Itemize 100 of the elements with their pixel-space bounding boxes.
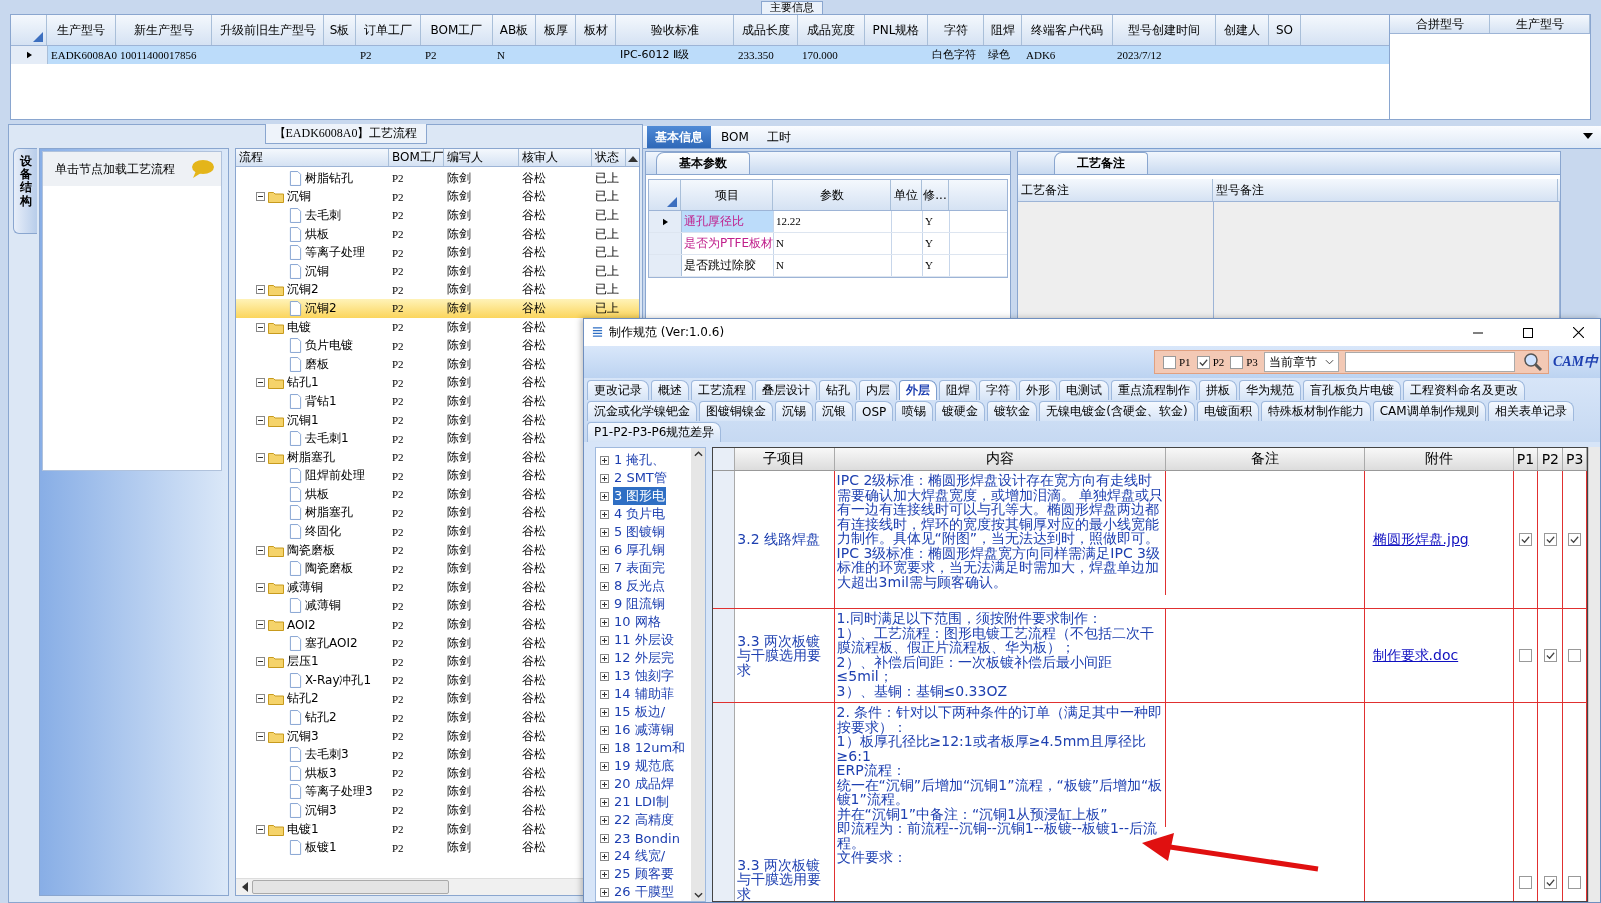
checkbox[interactable] <box>1543 876 1557 889</box>
column-header[interactable]: 成品长度 <box>734 15 798 45</box>
tab[interactable]: 华为规范 <box>1239 380 1301 400</box>
checkbox[interactable] <box>1518 649 1532 662</box>
expand-icon[interactable] <box>600 869 609 879</box>
chapter-item[interactable]: 1 掩孔、 <box>613 451 667 469</box>
tab[interactable]: 沉锡 <box>775 401 813 421</box>
column-header[interactable]: 型号创建时间 <box>1113 15 1216 45</box>
chapter-item[interactable]: 21 LDI制 <box>613 793 670 811</box>
scrollbar[interactable] <box>1588 447 1600 902</box>
column-header[interactable]: P3 <box>1563 448 1588 470</box>
tree-label[interactable]: 钻孔2 <box>305 709 337 726</box>
dropdown-icon[interactable] <box>1583 133 1593 139</box>
column-header[interactable]: 合拼型号 <box>1390 15 1490 33</box>
tab[interactable]: 盲孔板负片电镀 <box>1303 380 1401 400</box>
tree-label[interactable]: 背钻1 <box>305 392 337 410</box>
expand-icon[interactable] <box>600 653 609 663</box>
column-header[interactable]: 工艺备注 <box>1018 179 1213 201</box>
column-header[interactable]: 生产型号 <box>1490 15 1590 33</box>
tab[interactable]: 字符 <box>979 380 1017 400</box>
column-header[interactable]: 核审人 <box>519 149 592 166</box>
tab[interactable]: 内层 <box>859 380 897 400</box>
collapse-icon[interactable] <box>256 285 265 295</box>
tab[interactable]: 电镀面积 <box>1196 401 1259 421</box>
column-header[interactable]: SO <box>1269 15 1301 45</box>
column-header[interactable]: PNL规格 <box>865 15 928 45</box>
scrollbar[interactable] <box>691 448 706 901</box>
tree-label[interactable]: 等离子处理3 <box>305 783 373 801</box>
chapter-item[interactable]: 8 反光点 <box>613 577 667 595</box>
tree-label[interactable]: 减薄铜 <box>287 578 323 596</box>
checkbox[interactable] <box>1543 649 1557 662</box>
tree-label[interactable]: 减薄铜 <box>305 597 341 615</box>
chapter-item[interactable]: 18 12um和 <box>613 739 687 757</box>
tree-label[interactable]: 电镀1 <box>287 820 319 838</box>
chapter-item[interactable]: 11 外层设 <box>613 631 675 649</box>
search-field[interactable] <box>1344 352 1515 372</box>
collapse-icon[interactable] <box>256 731 265 741</box>
chapter-item[interactable]: 25 顾客要 <box>613 865 675 883</box>
tab[interactable]: 更改记录 <box>587 380 649 400</box>
column-header[interactable]: 修... <box>922 180 949 210</box>
chapter-item[interactable]: 12 外层完 <box>613 649 675 667</box>
expand-icon[interactable] <box>600 455 609 465</box>
collapse-icon[interactable] <box>256 657 265 667</box>
expand-icon[interactable] <box>600 473 609 483</box>
expand-icon[interactable] <box>600 581 609 591</box>
tab[interactable]: 基本信息 <box>647 126 711 148</box>
expand-icon[interactable] <box>600 851 609 861</box>
expand-icon[interactable] <box>600 833 609 843</box>
tree-label[interactable]: 烘板3 <box>305 764 337 782</box>
tree-label[interactable]: AOI2 <box>287 617 316 632</box>
column-header[interactable]: 型号备注 <box>1213 179 1558 201</box>
tab[interactable]: 重点流程制作 <box>1111 380 1197 400</box>
tab[interactable]: 特殊板材制作能力 <box>1260 401 1371 421</box>
column-header[interactable]: BOM工厂 <box>389 149 444 166</box>
column-header[interactable]: 终端客户代码 <box>1022 15 1113 45</box>
expand-icon[interactable] <box>600 761 609 771</box>
expand-icon[interactable] <box>600 635 609 645</box>
checkbox[interactable] <box>1163 355 1176 369</box>
column-header[interactable]: 板材 <box>576 15 616 45</box>
checkbox[interactable] <box>1230 355 1244 369</box>
expand-icon[interactable] <box>600 563 609 573</box>
tree-label[interactable]: 沉铜3 <box>305 802 337 819</box>
expand-icon[interactable] <box>600 509 609 519</box>
column-header[interactable]: 阻焊 <box>984 15 1022 45</box>
collapse-icon[interactable] <box>256 694 265 704</box>
collapse-icon[interactable] <box>256 322 265 332</box>
tab[interactable]: 镀软金 <box>987 401 1038 421</box>
expand-icon[interactable] <box>600 797 609 807</box>
tree-label[interactable]: 沉铜3 <box>287 727 319 745</box>
column-header[interactable]: 字符 <box>928 15 984 45</box>
collapse-icon[interactable] <box>256 452 265 462</box>
tree-label[interactable]: 电镀 <box>287 318 311 336</box>
expand-icon[interactable] <box>600 527 609 537</box>
chapter-item[interactable]: 22 高精度 <box>613 811 675 829</box>
tab[interactable]: 叠层设计 <box>755 380 817 400</box>
tree-label[interactable]: 去毛刺1 <box>305 430 349 448</box>
column-header[interactable]: 参数 <box>773 180 891 210</box>
checkbox[interactable] <box>1196 355 1210 369</box>
tab[interactable]: 工艺流程 <box>691 380 753 400</box>
column-header[interactable]: 验收标准 <box>616 15 734 45</box>
tree-label[interactable]: 陶瓷磨板 <box>305 560 353 578</box>
expand-icon[interactable] <box>600 671 609 681</box>
tab[interactable]: 阻焊 <box>939 380 977 400</box>
tab[interactable]: P1-P2-P3-P6规范差异 <box>587 422 722 442</box>
chapter-item[interactable]: 5 图镀铜 <box>613 523 667 541</box>
chapter-item[interactable]: 24 线宽/ <box>613 847 667 865</box>
column-header[interactable]: AB板 <box>493 15 536 45</box>
tree-label[interactable]: 等离子处理 <box>305 244 365 262</box>
column-header[interactable]: P1 <box>1513 448 1539 470</box>
collapse-icon[interactable] <box>256 545 265 555</box>
side-tab[interactable]: 设备结构 <box>13 148 37 234</box>
column-header[interactable]: 备注 <box>1166 448 1365 470</box>
chapter-item[interactable]: 13 蚀刻字 <box>613 667 675 685</box>
tab[interactable]: 图镀铜镍金 <box>699 401 773 421</box>
chapter-item[interactable]: 10 网格 <box>613 613 662 631</box>
tree-label[interactable]: 树脂钻孔 <box>305 169 353 187</box>
chapter-item[interactable]: 2 SMT管 <box>613 469 668 487</box>
scrollbar-thumb[interactable] <box>252 880 449 894</box>
column-header[interactable]: 成品宽度 <box>798 15 865 45</box>
column-header[interactable]: 流程 <box>236 149 389 166</box>
